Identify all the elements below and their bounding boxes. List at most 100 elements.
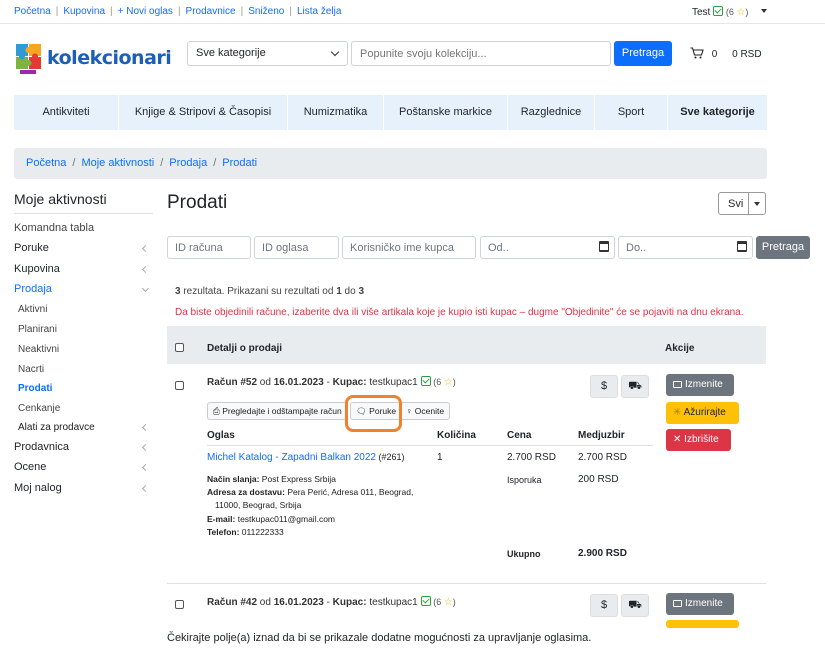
- rate-button[interactable]: ♀ Ocenite: [400, 402, 451, 420]
- x-icon: ✕: [673, 434, 682, 445]
- nav-knjige[interactable]: Knjige & Stripovi & Časopisi: [119, 95, 288, 130]
- nav-sve-kategorije[interactable]: Sve kategorije: [668, 95, 767, 130]
- page-title: Prodati: [167, 192, 228, 213]
- top-links: Početna | Kupovina | + Novi oglas | Prodavnice…: [14, 6, 342, 17]
- order-header: Račun #52 od 16.01.2023 - Kupac: testkup…: [207, 376, 456, 388]
- merge-notice: Da biste objedinili račune, izaberite dv…: [175, 307, 744, 318]
- breadcrumb-pocetna[interactable]: Početna: [26, 157, 66, 169]
- shipping-address-line2: 11000, Beograd, Srbija: [215, 500, 302, 510]
- sidebar-sub-prodati[interactable]: Prodati: [18, 383, 52, 394]
- top-link-kupovina[interactable]: Kupovina: [63, 6, 105, 17]
- truck-icon: ⛟: [628, 380, 642, 392]
- sidebar-item-prodaja[interactable]: Prodaja: [14, 283, 153, 295]
- verified-icon: [420, 596, 431, 606]
- sidebar-item-kupovina[interactable]: Kupovina: [14, 263, 153, 275]
- sidebar-sub-aktivni[interactable]: Aktivni: [18, 304, 47, 315]
- shipping-price: 200 RSD: [578, 474, 619, 485]
- top-link-novi-oglas[interactable]: + Novi oglas: [118, 6, 173, 17]
- order-header: Račun #42 od 16.01.2023 - Kupac: testkup…: [207, 596, 456, 608]
- sidebar-sub-cenkanje[interactable]: Cenkanje: [18, 403, 60, 414]
- calendar-icon[interactable]: [737, 241, 747, 252]
- dollar-icon: $: [600, 599, 608, 611]
- highlight-annotation: [345, 395, 402, 432]
- sidebar-sub-alati[interactable]: Alati za prodavce: [18, 422, 95, 433]
- chevron-down-icon: [330, 47, 340, 57]
- order-total: 2.900 RSD: [578, 548, 627, 559]
- verified-icon: [420, 376, 431, 386]
- user-dropdown-caret-icon[interactable]: [761, 9, 768, 13]
- sidebar-item-komandna-tabla[interactable]: Komandna tabla: [14, 222, 153, 234]
- filter-id-oglasa[interactable]: ID oglasa: [254, 236, 339, 259]
- sidebar-item-poruke[interactable]: Poruke: [14, 242, 153, 254]
- filter-id-racuna[interactable]: ID računa: [167, 236, 251, 259]
- category-select-value: Sve kategorije: [196, 47, 266, 59]
- star-icon: ☆: [443, 597, 453, 608]
- cart-total: 0 RSD: [732, 49, 762, 60]
- update-button-partial[interactable]: [666, 620, 739, 628]
- edit-button[interactable]: Izmenite: [666, 593, 734, 615]
- sidebar-sub-nacrti[interactable]: Nacrti: [18, 364, 44, 375]
- top-link-snizeno[interactable]: Sniženo: [248, 6, 284, 17]
- breadcrumb-prodati[interactable]: Prodati: [222, 157, 257, 169]
- user-menu[interactable]: Test (6 ☆): [692, 6, 768, 18]
- top-link-lista-zelja[interactable]: Lista želja: [297, 6, 341, 17]
- nav-antikviteti[interactable]: Antikviteti: [14, 95, 119, 130]
- buyer-email: E-mail: testkupac011@gmail.com: [207, 514, 335, 524]
- filter-od[interactable]: Od..: [480, 236, 615, 259]
- nav-postanske-markice[interactable]: Poštanske markice: [384, 95, 508, 130]
- print-invoice-button[interactable]: ⎙ Pregledajte i odštampajte račun: [207, 402, 348, 420]
- sidebar-sub-neaktivni[interactable]: Neaktivni: [18, 344, 59, 355]
- breadcrumb-prodaja[interactable]: Prodaja: [169, 157, 207, 169]
- category-select[interactable]: Sve kategorije: [187, 41, 348, 66]
- item-subtotal: 2.700 RSD: [578, 452, 627, 463]
- calendar-icon[interactable]: [599, 241, 609, 252]
- breadcrumb-moje-aktivnosti[interactable]: Moje aktivnosti: [81, 157, 154, 169]
- item-title-link[interactable]: Michel Katalog - Zapadni Balkan 2022: [207, 452, 376, 463]
- payment-button[interactable]: $: [590, 594, 618, 617]
- sidebar-sub-planirani[interactable]: Planirani: [18, 324, 57, 335]
- shipping-button[interactable]: ⛟: [621, 375, 649, 398]
- sidebar-item-prodavnica[interactable]: Prodavnica: [14, 441, 153, 453]
- update-button[interactable]: ✳ Ažurirajte: [666, 402, 739, 424]
- verified-icon: [713, 6, 724, 16]
- footer-note: Čekirajte polje(a) iznad da bi se prikaz…: [167, 632, 592, 644]
- user-rating: (6 ☆): [725, 7, 749, 18]
- top-link-pocetna[interactable]: Početna: [14, 6, 51, 17]
- cart[interactable]: 0 0 RSD: [690, 47, 762, 60]
- user-name: Test: [692, 7, 711, 18]
- sidebar-title: Moje aktivnosti: [14, 191, 107, 207]
- edit-button[interactable]: Izmenite: [666, 374, 734, 396]
- chevron-left-icon: [141, 423, 150, 432]
- nav-sport[interactable]: Sport: [595, 95, 668, 130]
- shipping-method: Način slanja: Post Express Srbija: [207, 474, 336, 484]
- total-label: Ukupno: [507, 549, 541, 559]
- col-medjuzbir: Medjuzbir: [578, 430, 625, 441]
- sidebar-item-moj-nalog[interactable]: Moj nalog: [14, 482, 153, 494]
- filter-kupac[interactable]: Korisničko ime kupca: [342, 236, 476, 259]
- spinner-icon: ✳: [673, 407, 682, 418]
- sidebar-item-ocene[interactable]: Ocene: [14, 461, 153, 473]
- select-all-checkbox[interactable]: [175, 343, 184, 352]
- folder-icon: [673, 381, 682, 388]
- order-checkbox[interactable]: [175, 381, 184, 390]
- cart-icon: [690, 47, 704, 59]
- filter-search-button[interactable]: Pretraga: [756, 236, 810, 259]
- shipping-label: Isporuka: [507, 475, 542, 485]
- results-summary: 3 rezultata. Prikazani su rezultati od 1…: [175, 286, 365, 297]
- search-input[interactable]: [351, 41, 611, 66]
- nav-razglednice[interactable]: Razglednice: [508, 95, 595, 130]
- payment-button[interactable]: $: [590, 375, 618, 398]
- shipping-button[interactable]: ⛟: [621, 594, 649, 617]
- top-link-prodavnice[interactable]: Prodavnice: [186, 6, 236, 17]
- filter-do[interactable]: Do..: [618, 236, 753, 259]
- header-details: Detalji o prodaji: [207, 343, 283, 354]
- nav-numizmatika[interactable]: Numizmatika: [288, 95, 384, 130]
- status-filter-select[interactable]: Svi: [718, 192, 766, 215]
- col-oglas: Oglas: [207, 430, 235, 441]
- search-button[interactable]: Pretraga: [614, 41, 672, 66]
- order-checkbox[interactable]: [175, 600, 184, 609]
- logo[interactable]: kolekcionari: [14, 40, 172, 80]
- star-icon: ☆: [443, 377, 453, 388]
- puzzle-logo-icon: [16, 44, 41, 74]
- delete-button[interactable]: ✕ Izbrišite: [666, 429, 731, 451]
